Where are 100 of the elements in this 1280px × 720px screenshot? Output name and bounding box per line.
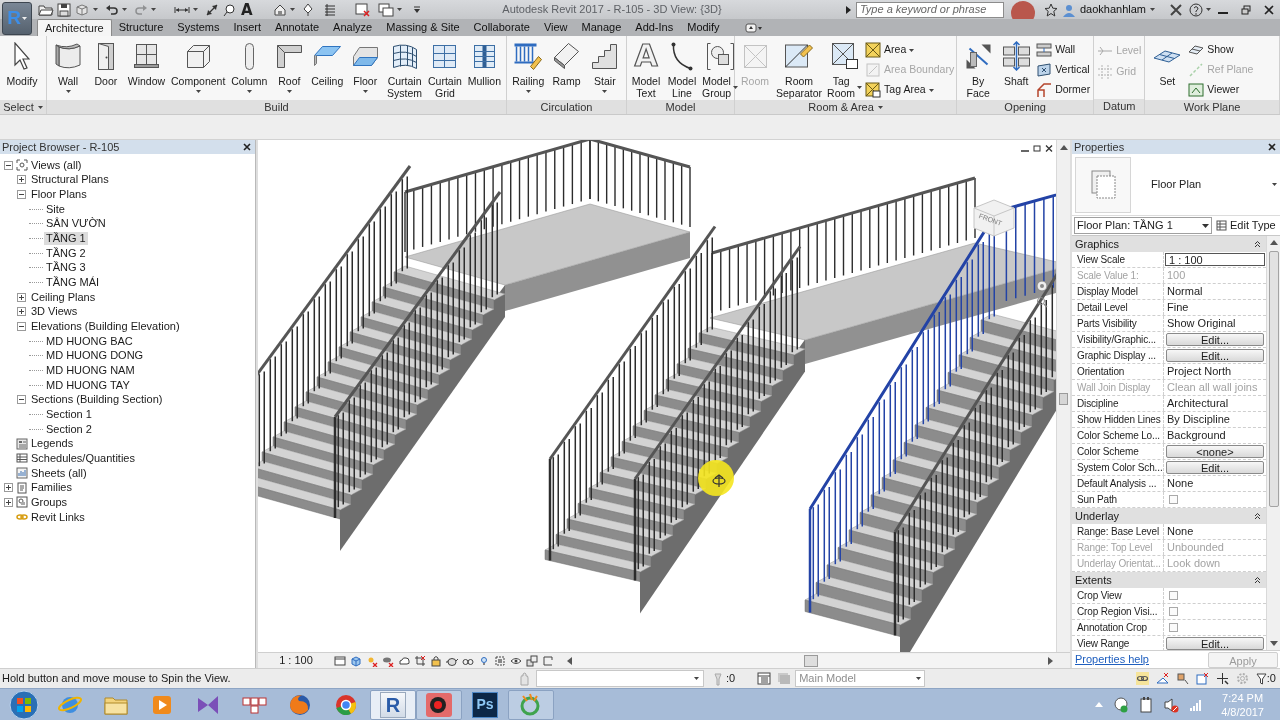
square-magnifier-icon[interactable] — [1175, 672, 1189, 685]
collapse-icon[interactable] — [17, 190, 26, 200]
edit-button[interactable]: Edit... — [1166, 349, 1264, 362]
tree-item[interactable]: Views (all) — [29, 158, 84, 172]
ribbon-tab[interactable]: Annotate — [268, 19, 327, 36]
tree-item[interactable]: MD HUONG NAM — [44, 364, 137, 377]
tree-item[interactable]: SÂN VƯỜN — [44, 217, 108, 231]
framed-lines-icon[interactable] — [334, 654, 346, 667]
expand-icon[interactable] — [4, 497, 13, 507]
ribbon-button[interactable]: Roof — [271, 36, 308, 100]
ribbon-tab[interactable]: Architecture — [37, 19, 112, 36]
ribbon-button[interactable]: Area — [865, 40, 955, 60]
tree-item[interactable]: 3D Views — [29, 305, 80, 319]
link-tile-icon[interactable] — [1135, 672, 1149, 685]
ribbon-button[interactable]: Show — [1188, 40, 1254, 60]
thin-lines-icon[interactable] — [322, 2, 337, 17]
ribbon-button[interactable]: By Face — [960, 36, 997, 100]
cloud-icon[interactable] — [398, 654, 410, 667]
ribbon-tab[interactable]: Insert — [226, 19, 269, 36]
house-icon[interactable] — [272, 2, 287, 17]
taskbar-button[interactable]: R — [370, 689, 416, 720]
ribbon-button[interactable]: Shaft — [998, 36, 1035, 100]
close-button[interactable] — [1266, 141, 1278, 153]
scale-button[interactable]: 1 : 100 — [272, 652, 320, 669]
x-mark-icon[interactable] — [1169, 2, 1183, 17]
device-icon[interactable] — [1139, 696, 1154, 713]
ribbon-button[interactable]: Wall — [50, 36, 86, 100]
help-icon[interactable] — [1189, 2, 1203, 17]
ribbon-button[interactable]: Viewer — [1188, 80, 1254, 100]
triangle-x-icon[interactable] — [1155, 672, 1169, 685]
diagonal-arrow-icon[interactable] — [205, 2, 219, 17]
ribbon-button[interactable]: Mullion — [465, 36, 503, 100]
ribbon-button[interactable]: Stair — [586, 36, 623, 100]
ribbon-tab[interactable]: Systems — [170, 19, 227, 36]
panel-title[interactable]: Select — [0, 100, 46, 114]
ribbon-tab[interactable]: Analyze — [326, 19, 380, 36]
tree-item[interactable]: Schedules/Quantities — [29, 451, 137, 465]
search-field[interactable]: Type a keyword or phrase — [855, 1, 1004, 18]
undo-icon[interactable] — [105, 2, 119, 17]
panel-toggle-icon[interactable] — [744, 23, 763, 33]
expand-icon[interactable] — [17, 292, 26, 302]
collapse-icon[interactable] — [4, 160, 13, 170]
checkbox[interactable] — [1169, 495, 1178, 504]
ribbon-button[interactable]: Component — [169, 36, 228, 100]
expand-icon[interactable] — [17, 175, 26, 185]
ribbon-button[interactable]: Tag Room — [825, 36, 865, 100]
bulb-icon[interactable] — [478, 654, 490, 667]
close-windows-icon[interactable] — [354, 2, 371, 17]
tree-item[interactable]: TẦNG 1 — [44, 232, 88, 246]
text-button[interactable]: A — [239, 2, 255, 17]
edit-button[interactable]: Edit... — [1166, 637, 1264, 650]
edit-button[interactable]: Edit... — [1166, 333, 1264, 346]
scroll-thumb[interactable] — [804, 654, 818, 667]
taskbar-button[interactable] — [416, 689, 462, 720]
ribbon-button[interactable]: Curtain Grid — [426, 36, 464, 100]
collapse-icon[interactable] — [17, 395, 26, 405]
open-folder-icon[interactable] — [38, 2, 54, 17]
ribbon-tab[interactable]: Manage — [574, 19, 629, 36]
user-name[interactable]: daokhanhlam — [1079, 1, 1146, 18]
cube-icon[interactable] — [350, 654, 362, 667]
ribbon-tab[interactable]: Massing & Site — [379, 19, 467, 36]
ribbon-button[interactable]: Model Line — [664, 36, 700, 100]
ribbon-button[interactable]: Dormer — [1036, 80, 1091, 100]
ribbon-tab[interactable]: Add-Ins — [628, 19, 681, 36]
close-button[interactable] — [241, 141, 253, 153]
save-icon[interactable] — [57, 2, 71, 17]
checkbox[interactable] — [1169, 623, 1178, 632]
scroll-down-icon[interactable] — [1269, 641, 1278, 647]
filter-icon[interactable] — [1255, 672, 1267, 685]
scrollbar[interactable] — [1056, 140, 1070, 652]
taskbar-button[interactable]: Ps — [462, 689, 508, 720]
ribbon-button[interactable]: Tag Area — [865, 80, 955, 100]
group-header[interactable]: Extents — [1072, 572, 1266, 588]
pin-icon[interactable] — [301, 2, 314, 17]
ribbon-button[interactable]: Railing — [510, 36, 547, 100]
star-icon[interactable] — [1043, 2, 1058, 17]
cross-arrow-icon[interactable] — [1215, 672, 1229, 685]
scrollbar[interactable] — [572, 653, 1048, 668]
type-selector[interactable]: Floor Plan — [1072, 154, 1280, 216]
customize-icon[interactable] — [412, 5, 421, 14]
ribbon-button[interactable]: Set — [1149, 36, 1186, 100]
tree-item[interactable]: Site — [44, 202, 67, 216]
ribbon-button[interactable]: Window — [125, 36, 168, 100]
tree-item[interactable]: TẦNG MÁI — [44, 276, 102, 290]
scroll-thumb[interactable] — [1268, 251, 1279, 507]
lock-icon[interactable] — [430, 654, 442, 667]
tree-item[interactable]: TẦNG 3 — [44, 261, 88, 275]
properties-help-link[interactable]: Properties help — [1075, 651, 1149, 668]
tree-item[interactable]: Sheets (all) — [29, 466, 89, 480]
group-header[interactable]: Underlay — [1072, 508, 1266, 524]
tree-item[interactable]: Families — [29, 481, 74, 495]
ribbon-button[interactable]: Ceiling — [309, 36, 346, 100]
ribbon-tab[interactable]: Structure — [111, 19, 171, 36]
instance-dropdown[interactable]: Floor Plan: TẦNG 1 — [1074, 217, 1212, 234]
ribbon-button[interactable]: Ramp — [548, 36, 585, 100]
tree-item[interactable]: Ceiling Plans — [29, 290, 98, 304]
scroll-thumb[interactable] — [1059, 393, 1068, 405]
collapse-icon[interactable] — [17, 322, 26, 332]
square-x-icon[interactable] — [1195, 672, 1209, 685]
tree-item[interactable]: Section 2 — [44, 422, 94, 436]
